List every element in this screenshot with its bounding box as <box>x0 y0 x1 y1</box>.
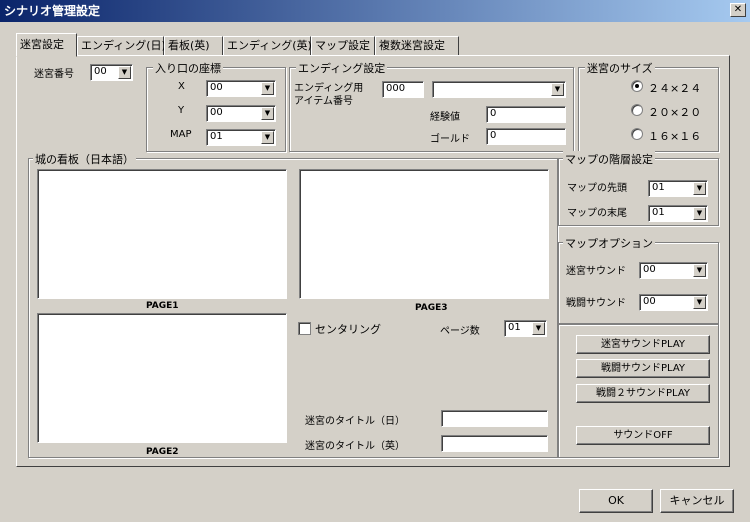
title-jp-field[interactable] <box>441 410 548 427</box>
map-start-select[interactable]: 01 ▼ <box>648 180 708 197</box>
maze-sound-label: 迷宮サウンド <box>566 266 626 277</box>
entrance-map-select[interactable]: 01 ▼ <box>206 129 276 146</box>
entrance-map-value: 01 <box>210 131 223 142</box>
entrance-y-label: Y <box>178 105 185 116</box>
centering-label: センタリング <box>315 323 381 336</box>
tab-map-settings[interactable]: マップ設定 <box>311 36 375 56</box>
entrance-x-label: X <box>178 81 185 92</box>
map-end-select[interactable]: 01 ▼ <box>648 205 708 222</box>
entrance-y-value: 00 <box>210 107 223 118</box>
title-en-field[interactable] <box>441 435 548 452</box>
battle-sound-play-button[interactable]: 戦闘サウンドPLAY <box>576 359 710 378</box>
page1-label: PAGE1 <box>146 301 179 311</box>
entrance-x-value: 00 <box>210 82 223 93</box>
ending-item-label-2: アイテム番号 <box>294 96 353 107</box>
chevron-down-icon[interactable]: ▼ <box>261 82 274 95</box>
window-title: シナリオ管理設定 ✕ <box>0 0 750 22</box>
page3-textarea[interactable] <box>299 169 549 299</box>
battle2-sound-play-button[interactable]: 戦闘２サウンドPLAY <box>576 384 710 403</box>
entrance-map-label: MAP <box>170 129 192 140</box>
ending-item-field[interactable]: 000 <box>382 81 424 98</box>
chevron-down-icon[interactable]: ▼ <box>551 83 564 96</box>
page1-textarea[interactable] <box>37 169 287 299</box>
gold-field[interactable]: 0 <box>486 128 566 145</box>
chevron-down-icon[interactable]: ▼ <box>532 322 545 335</box>
entrance-y-select[interactable]: 00 ▼ <box>206 105 276 122</box>
close-icon[interactable]: ✕ <box>730 3 746 17</box>
exp-field[interactable]: 0 <box>486 106 566 123</box>
ok-button[interactable]: OK <box>579 489 653 513</box>
chevron-down-icon[interactable]: ▼ <box>261 131 274 144</box>
page-count-label: ページ数 <box>440 326 480 337</box>
window-title-text: シナリオ管理設定 <box>4 4 101 18</box>
battle-sound-value: 00 <box>643 296 656 307</box>
page-count-select[interactable]: 01 ▼ <box>504 320 547 337</box>
entrance-x-select[interactable]: 00 ▼ <box>206 80 276 97</box>
ending-item-select[interactable]: ▼ <box>432 81 566 98</box>
signboard-title: 城の看板（日本語） <box>33 151 136 167</box>
chevron-down-icon[interactable]: ▼ <box>693 182 706 195</box>
tab-signboard-en[interactable]: 看板(英) <box>164 36 223 56</box>
sound-off-button[interactable]: サウンドOFF <box>576 426 710 445</box>
size-radio-20[interactable] <box>631 104 643 116</box>
maze-sound-play-button[interactable]: 迷宮サウンドPLAY <box>576 335 710 354</box>
page3-label: PAGE3 <box>415 303 448 313</box>
size-radio-24[interactable] <box>631 80 643 92</box>
maze-number-select[interactable]: 00 ▼ <box>90 64 133 81</box>
maze-sound-select[interactable]: 00 ▼ <box>639 262 708 279</box>
tab-multi-maze[interactable]: 複数迷宮設定 <box>375 36 459 56</box>
chevron-down-icon[interactable]: ▼ <box>693 296 706 309</box>
page2-textarea[interactable] <box>37 313 287 443</box>
map-end-label: マップの末尾 <box>567 208 627 219</box>
chevron-down-icon[interactable]: ▼ <box>693 207 706 220</box>
tab-ending-en[interactable]: エンディング(英) <box>223 36 312 56</box>
tab-maze-settings[interactable]: 迷宮設定 <box>16 33 77 57</box>
map-options-title: マップオプション <box>563 235 655 251</box>
maze-number-label: 迷宮番号 <box>34 69 74 80</box>
title-en-label: 迷宮のタイトル（英） <box>305 441 405 452</box>
tab-ending-jp[interactable]: エンディング(日) <box>77 36 166 56</box>
map-start-value: 01 <box>652 182 665 193</box>
entrance-title: 入り口の座標 <box>153 60 223 76</box>
chevron-down-icon[interactable]: ▼ <box>261 107 274 120</box>
map-start-label: マップの先頭 <box>567 183 627 194</box>
chevron-down-icon[interactable]: ▼ <box>693 264 706 277</box>
map-hierarchy-title: マップの階層設定 <box>563 151 655 167</box>
page-count-value: 01 <box>508 322 521 333</box>
gold-label: ゴールド <box>430 134 470 145</box>
battle-sound-select[interactable]: 00 ▼ <box>639 294 708 311</box>
maze-size-title: 迷宮のサイズ <box>585 60 655 76</box>
chevron-down-icon[interactable]: ▼ <box>118 66 131 79</box>
ending-title: エンディング設定 <box>296 60 388 76</box>
maze-sound-value: 00 <box>643 264 656 275</box>
size-radio-16[interactable] <box>631 128 643 140</box>
battle-sound-label: 戦闘サウンド <box>566 298 626 309</box>
maze-number-value: 00 <box>94 66 107 77</box>
size-label-24: ２４×２４ <box>648 82 702 95</box>
exp-label: 経験値 <box>430 112 460 123</box>
map-options-group: マップオプション <box>558 235 719 324</box>
page2-label: PAGE2 <box>146 447 179 457</box>
cancel-button[interactable]: キャンセル <box>660 489 734 513</box>
size-label-16: １６×１６ <box>648 130 702 143</box>
size-label-20: ２０×２０ <box>648 106 702 119</box>
map-end-value: 01 <box>652 207 665 218</box>
centering-checkbox[interactable] <box>298 322 311 335</box>
title-jp-label: 迷宮のタイトル（日） <box>305 416 405 427</box>
